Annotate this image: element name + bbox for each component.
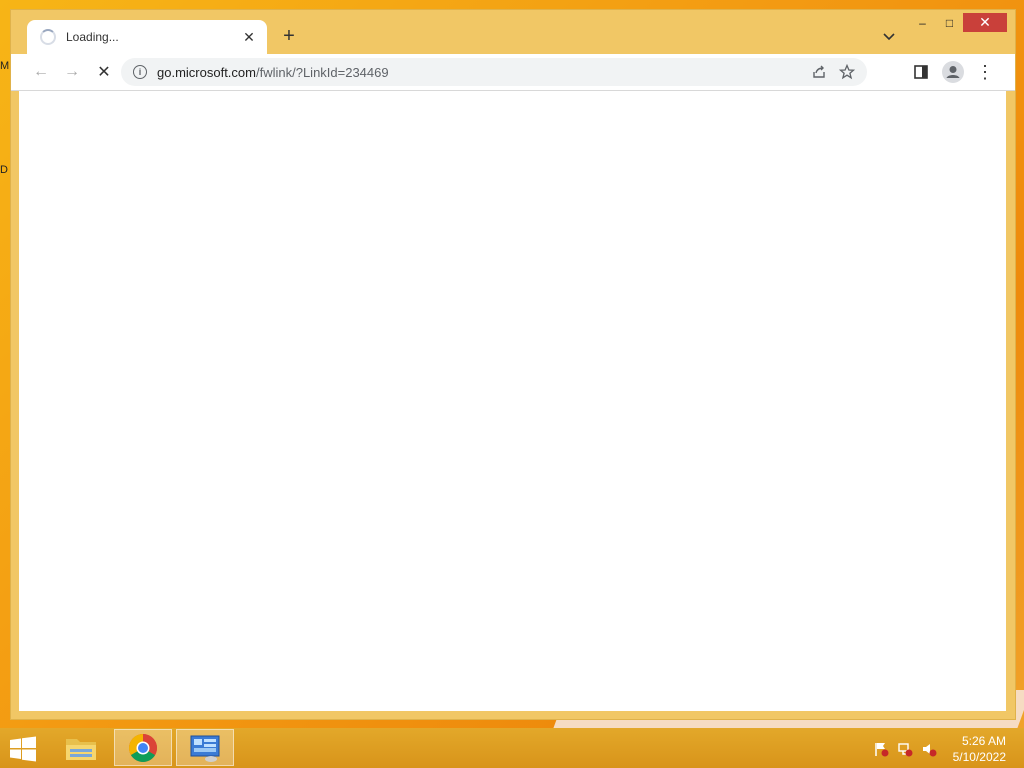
taskbar-file-explorer[interactable]: [52, 729, 110, 766]
maximize-button[interactable]: □: [936, 13, 963, 32]
forward-button[interactable]: →: [60, 60, 84, 84]
taskbar: 5:26 AM 5/10/2022: [0, 728, 1024, 768]
browser-window: – □ ✕ Loading... ✕ + ← → ✕ i go.microsof…: [10, 9, 1016, 720]
tab-search-button[interactable]: [879, 28, 899, 46]
desktop-icon-label-partial[interactable]: D: [0, 164, 8, 176]
network-icon[interactable]: [896, 740, 914, 758]
share-icon: [813, 65, 825, 78]
window-caption-buttons: – □ ✕: [909, 13, 1007, 32]
browser-tab[interactable]: Loading... ✕: [27, 20, 267, 54]
start-button[interactable]: [8, 736, 38, 762]
system-tray: [872, 740, 938, 758]
clock-time: 5:26 AM: [961, 734, 1006, 748]
action-center-flag-icon[interactable]: [872, 740, 890, 758]
address-bar[interactable]: i go.microsoft.com/fwlink/?LinkId=234469: [121, 58, 867, 86]
tab-title: Loading...: [66, 30, 119, 44]
stop-loading-button[interactable]: ✕: [92, 60, 116, 84]
tab-close-button[interactable]: ✕: [239, 29, 259, 46]
desktop-icon-label-partial[interactable]: M: [0, 60, 9, 72]
side-panel-icon: [914, 65, 928, 79]
url-path: /fwlink/?LinkId=234469: [255, 64, 389, 80]
bookmark-star-button[interactable]: [833, 58, 861, 86]
profile-avatar-icon: [942, 61, 964, 83]
url-host: go.microsoft.com: [157, 64, 256, 80]
clock-date: 5/10/2022: [952, 750, 1006, 764]
minimize-button[interactable]: –: [909, 13, 936, 32]
star-icon: [839, 64, 855, 80]
share-button[interactable]: [805, 58, 833, 86]
loading-spinner-icon: [40, 29, 56, 45]
url-text[interactable]: go.microsoft.com/fwlink/?LinkId=234469: [157, 65, 805, 80]
close-window-button[interactable]: ✕: [963, 13, 1007, 32]
taskbar-clock[interactable]: 5:26 AM 5/10/2022: [953, 733, 1006, 765]
taskbar-chrome[interactable]: [114, 729, 172, 766]
new-tab-button[interactable]: +: [277, 24, 301, 48]
side-panel-button[interactable]: [909, 60, 933, 84]
folder-icon: [66, 738, 96, 760]
profile-button[interactable]: [941, 60, 965, 84]
volume-muted-icon[interactable]: [920, 740, 938, 758]
control-panel-icon: [190, 735, 220, 762]
chevron-down-icon: [883, 33, 895, 41]
chrome-icon: [129, 733, 157, 762]
browser-menu-button[interactable]: ⋮: [973, 60, 997, 84]
taskbar-control-panel[interactable]: [176, 729, 234, 766]
back-button[interactable]: ←: [29, 60, 53, 84]
windows-logo-icon: [10, 736, 36, 762]
page-content: [19, 91, 1006, 711]
browser-toolbar: ← → ✕ i go.microsoft.com/fwlink/?LinkId=…: [11, 54, 1015, 91]
site-info-icon[interactable]: i: [133, 65, 147, 79]
